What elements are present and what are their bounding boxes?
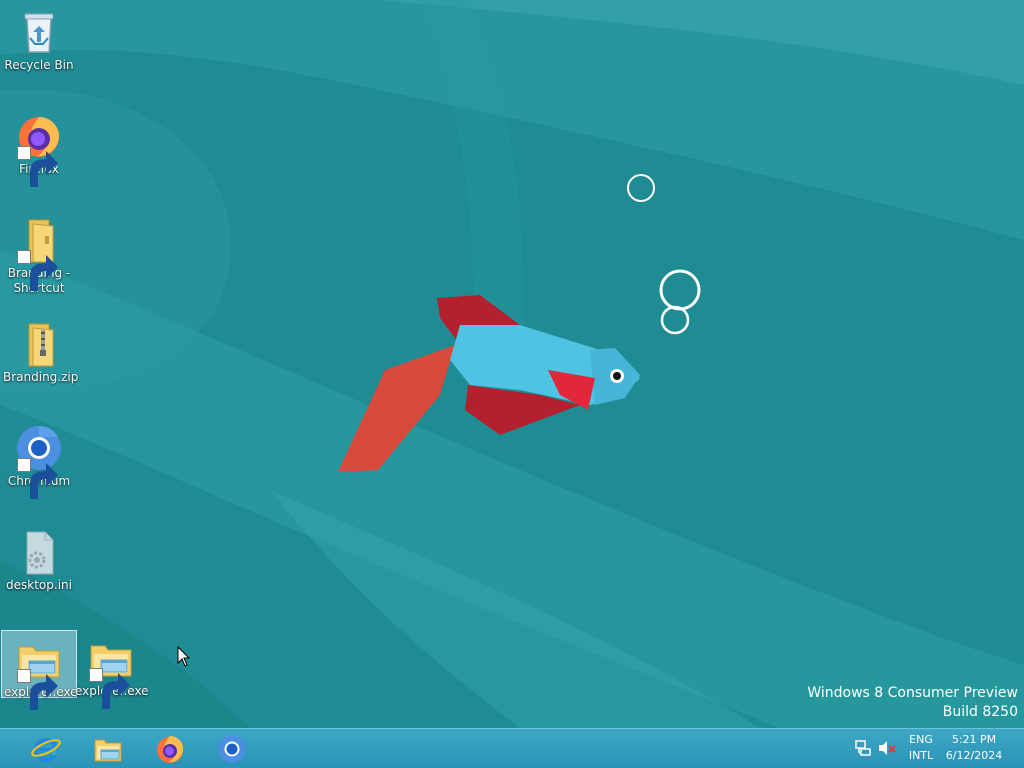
desktop-icon-recycle-bin[interactable]: Recycle Bin <box>1 4 77 80</box>
internet-explorer-icon <box>31 737 61 762</box>
desktop-icon-branding-zip[interactable]: Branding.zip <box>1 316 79 388</box>
taskbar-chromium-button[interactable] <box>204 729 260 768</box>
volume-muted-icon[interactable] <box>877 738 897 758</box>
file-explorer-icon <box>15 635 63 710</box>
keyboard-layout: INTL <box>908 749 934 762</box>
file-explorer-icon <box>94 739 122 761</box>
build-watermark: Windows 8 Consumer Preview Build 8250 <box>807 684 1018 722</box>
input-language-indicator[interactable]: ENG INTL <box>902 732 940 764</box>
clock-date: 6/12/2024 <box>945 749 1003 762</box>
desktop-icon-label: desktop.ini <box>6 578 72 592</box>
wallpaper-betta-fish <box>0 0 1024 728</box>
file-explorer-icon <box>87 634 135 709</box>
chromium-icon <box>15 424 63 499</box>
taskbar-firefox-button[interactable] <box>142 729 198 768</box>
language-code: ENG <box>909 733 933 746</box>
settings-file-icon <box>15 528 63 576</box>
desktop-icon-label: Branding.zip <box>3 370 79 384</box>
taskbar: ENG INTL 5:21 PM 6/12/2024 <box>0 728 1024 768</box>
shortcut-arrow-icon <box>89 668 130 709</box>
shortcut-arrow-icon <box>17 458 58 499</box>
clock-time: 5:21 PM <box>951 733 997 746</box>
firefox-icon <box>15 112 63 187</box>
desktop-icon-chromium[interactable]: Chromium <box>1 420 77 499</box>
shortcut-arrow-icon <box>17 669 58 710</box>
watermark-build: Build 8250 <box>942 704 1018 720</box>
desktop-icon-desktop-ini[interactable]: desktop.ini <box>1 524 77 596</box>
chromium-icon <box>218 734 246 763</box>
desktop-icon-explorer-exe[interactable]: explorer.exe <box>1 630 78 710</box>
network-icon[interactable] <box>853 738 873 758</box>
watermark-edition: Windows 8 Consumer Preview <box>807 685 1018 701</box>
folder-icon <box>15 216 63 291</box>
taskbar-internet-explorer-button[interactable] <box>18 729 74 768</box>
clock[interactable]: 5:21 PM 6/12/2024 <box>940 732 1008 764</box>
desktop-icon-firefox[interactable]: Firefox <box>1 108 77 187</box>
desktop[interactable]: Recycle Bin Firefox Branding - Shortcut <box>0 0 1024 728</box>
mouse-cursor-icon <box>177 645 191 672</box>
shortcut-arrow-icon <box>17 146 58 187</box>
recycle-bin-icon <box>15 8 63 56</box>
zip-folder-icon <box>15 320 63 368</box>
desktop-icon-explorer-exe-2[interactable]: explorer.exe <box>73 630 149 709</box>
firefox-icon <box>157 735 184 763</box>
desktop-icon-branding-shortcut[interactable]: Branding - Shortcut <box>1 212 77 298</box>
desktop-icon-label: Recycle Bin <box>4 58 74 72</box>
shortcut-arrow-icon <box>17 250 58 291</box>
taskbar-file-explorer-button[interactable] <box>80 729 136 768</box>
